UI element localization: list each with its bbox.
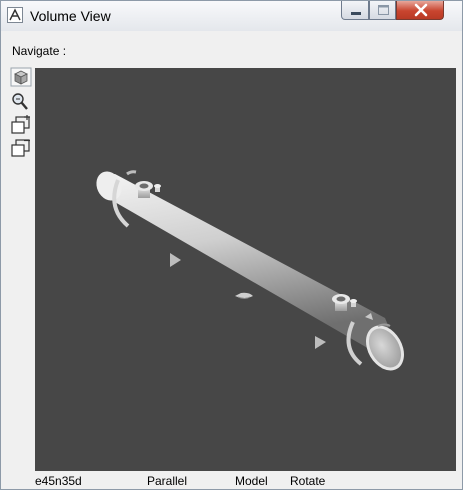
volume-view-window: Volume View Navigate : e45n35d Parallel … xyxy=(0,0,463,490)
status-action: Rotate xyxy=(290,474,326,488)
3d-viewport[interactable] xyxy=(35,68,456,471)
status-bar: e45n35d Parallel Model Rotate xyxy=(1,471,462,489)
zoom-out-window-button[interactable] xyxy=(10,138,32,158)
zoom-in-window-icon xyxy=(11,115,30,134)
view-cube-icon xyxy=(10,67,32,87)
status-mode: Model xyxy=(235,474,268,488)
close-icon xyxy=(414,3,428,17)
status-view-direction: e45n35d xyxy=(35,474,82,488)
maximize-button[interactable] xyxy=(369,1,396,20)
close-button[interactable] xyxy=(396,1,444,20)
view-cube-button[interactable] xyxy=(10,67,32,87)
status-projection: Parallel xyxy=(147,474,188,488)
minimize-button[interactable] xyxy=(341,1,369,20)
maximize-icon xyxy=(378,5,389,15)
zoom-in-window-button[interactable] xyxy=(10,115,32,135)
app-icon[interactable] xyxy=(7,7,23,23)
minimize-icon xyxy=(351,12,361,15)
zoom-out-window-icon xyxy=(11,139,30,157)
navigate-label: Navigate : xyxy=(12,44,67,58)
window-title: Volume View xyxy=(30,8,111,24)
zoom-icon xyxy=(12,93,28,110)
zoom-button[interactable] xyxy=(10,92,32,112)
title-bar[interactable]: Volume View xyxy=(1,1,462,31)
vessel-model xyxy=(96,170,404,371)
